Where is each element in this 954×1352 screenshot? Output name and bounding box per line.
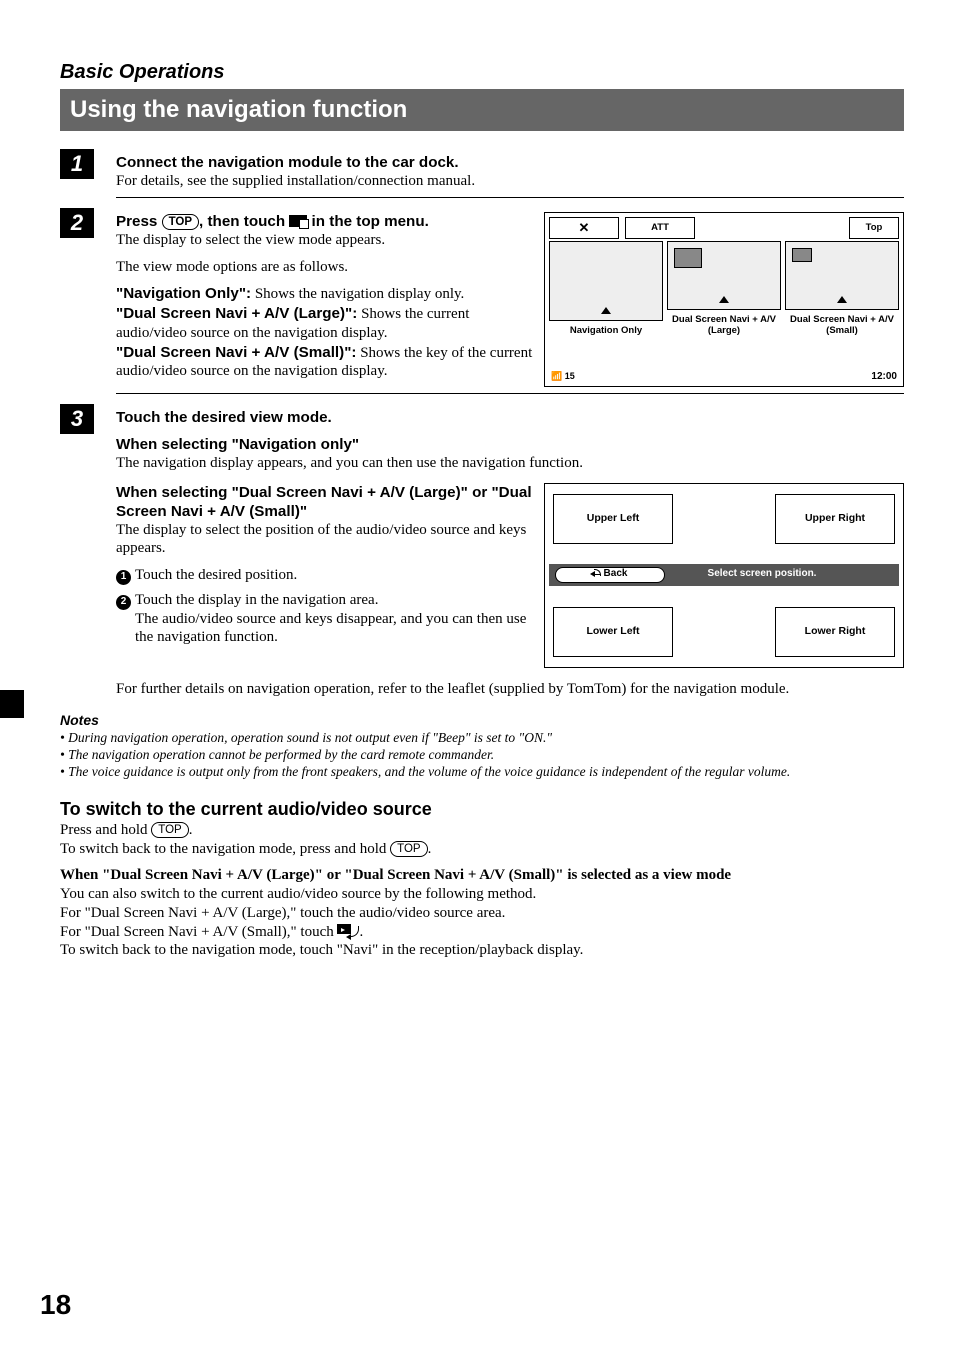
mode-label: Dual Screen Navi + A/V (Small) <box>785 310 899 341</box>
side-tab <box>0 690 24 718</box>
text-fragment: . <box>428 841 432 857</box>
step-number: 1 <box>60 149 94 179</box>
pos-upper-left[interactable]: Upper Left <box>553 494 673 544</box>
bullet-text: Touch the desired position. <box>135 567 297 583</box>
step2-heading: Press TOP, then touch in the top menu. <box>116 212 534 231</box>
bullet-text: Touch the display in the navigation area… <box>135 592 378 608</box>
option-label: "Dual Screen Navi + A/V (Large)": <box>116 305 357 322</box>
pos-lower-right[interactable]: Lower Right <box>775 607 895 657</box>
notes-list: During navigation operation, operation s… <box>60 730 904 781</box>
step-2: 2 Press TOP, then touch in the top menu.… <box>60 208 904 394</box>
text-fragment: For "Dual Screen Navi + A/V (Small)," to… <box>60 924 337 940</box>
top-key-icon: TOP <box>390 841 427 857</box>
switch-subhead: When "Dual Screen Navi + A/V (Large)" or… <box>60 866 904 885</box>
back-label: Back <box>604 568 628 581</box>
mode-label: Navigation Only <box>549 321 663 340</box>
mode-option-dual-small[interactable]: Dual Screen Navi + A/V (Small) <box>785 241 899 341</box>
center-message: Select screen position. <box>665 568 899 581</box>
option-label: "Dual Screen Navi + A/V (Small)": <box>116 344 356 361</box>
text-fragment: To switch back to the navigation mode, p… <box>60 841 390 857</box>
switch-line4: For "Dual Screen Navi + A/V (Large)," to… <box>60 904 904 923</box>
pos-lower-left[interactable]: Lower Left <box>553 607 673 657</box>
switch-heading: To switch to the current audio/video sou… <box>60 798 904 821</box>
top-button[interactable]: Top <box>849 217 899 239</box>
top-key-icon: TOP <box>162 214 199 230</box>
position-select-illustration: Upper Left Upper Right Lower Left Lower … <box>544 483 904 668</box>
bullet-number-icon: 2 <box>116 595 131 610</box>
step-1: 1 Connect the navigation module to the c… <box>60 149 904 198</box>
step-3: 3 Touch the desired view mode. When sele… <box>60 404 904 699</box>
center-bar: Back Select screen position. <box>549 564 899 586</box>
option-text: Shows the navigation display only. <box>251 286 464 302</box>
note-item: The navigation operation cannot be perfo… <box>60 747 904 764</box>
pos-upper-right[interactable]: Upper Right <box>775 494 895 544</box>
switch-line3: You can also switch to the current audio… <box>60 885 904 904</box>
chapter-heading: Basic Operations <box>60 60 904 85</box>
bullet-number-icon: 1 <box>116 570 131 585</box>
return-icon <box>337 924 359 938</box>
step2-opt3: "Dual Screen Navi + A/V (Small)": Shows … <box>116 343 534 382</box>
back-arrow-icon <box>593 574 600 576</box>
text-fragment: . <box>189 822 193 838</box>
mode-option-nav-only[interactable]: Navigation Only <box>549 241 663 341</box>
nav-icon <box>289 215 307 227</box>
bullet-2: 2 Touch the display in the navigation are… <box>116 591 534 610</box>
back-button[interactable]: Back <box>555 567 665 583</box>
signal-indicator: 📶 15 <box>551 371 575 384</box>
page-title: Using the navigation function <box>60 89 904 131</box>
notes-heading: Notes <box>60 712 904 730</box>
switch-line2: To switch back to the navigation mode, p… <box>60 840 904 859</box>
step1-body: For details, see the supplied installati… <box>116 172 904 191</box>
switch-line1: Press and hold TOP. <box>60 821 904 840</box>
step3-sub1-head: When selecting "Navigation only" <box>116 435 904 454</box>
step3-sub2-head: When selecting "Dual Screen Navi + A/V (… <box>116 483 534 521</box>
signal-value: 15 <box>565 371 575 381</box>
note-item: During navigation operation, operation s… <box>60 730 904 747</box>
text-fragment: Press and hold <box>60 822 151 838</box>
option-label: "Navigation Only": <box>116 285 251 302</box>
step3-heading: Touch the desired view mode. <box>116 408 904 427</box>
step3-sub1-text: The navigation display appears, and you … <box>116 454 904 473</box>
step3-closing: For further details on navigation operat… <box>116 680 904 699</box>
clock: 12:00 <box>871 371 897 384</box>
text-fragment: Press <box>116 213 162 230</box>
text-fragment: . <box>359 924 363 940</box>
step-number: 3 <box>60 404 94 434</box>
step2-line2: The view mode options are as follows. <box>116 258 534 277</box>
step2-opt2: "Dual Screen Navi + A/V (Large)": Shows … <box>116 304 534 343</box>
step3-sub2-text: The display to select the position of th… <box>116 521 534 559</box>
att-button[interactable]: ATT <box>625 217 695 239</box>
switch-line5: For "Dual Screen Navi + A/V (Small)," to… <box>60 923 904 942</box>
page-number: 18 <box>40 1287 71 1322</box>
top-key-icon: TOP <box>151 822 188 838</box>
mode-option-dual-large[interactable]: Dual Screen Navi + A/V (Large) <box>667 241 781 341</box>
bullet-1: 1 Touch the desired position. <box>116 566 534 585</box>
step2-opt1: "Navigation Only": Shows the navigation … <box>116 284 534 304</box>
text-fragment: in the top menu. <box>307 213 429 230</box>
switch-line6: To switch back to the navigation mode, t… <box>60 941 904 960</box>
close-button[interactable]: ✕ <box>549 217 619 239</box>
mode-label: Dual Screen Navi + A/V (Large) <box>667 310 781 341</box>
text-fragment: , then touch <box>199 213 289 230</box>
step-number: 2 <box>60 208 94 238</box>
bullet-2-cont: The audio/video source and keys disappea… <box>116 610 534 648</box>
note-item: The voice guidance is output only from t… <box>60 764 904 781</box>
step1-heading: Connect the navigation module to the car… <box>116 153 904 172</box>
view-mode-menu-illustration: ✕ ATT Top Navigation Only Dual Screen Na… <box>544 212 904 387</box>
step2-line1: The display to select the view mode appe… <box>116 231 534 250</box>
